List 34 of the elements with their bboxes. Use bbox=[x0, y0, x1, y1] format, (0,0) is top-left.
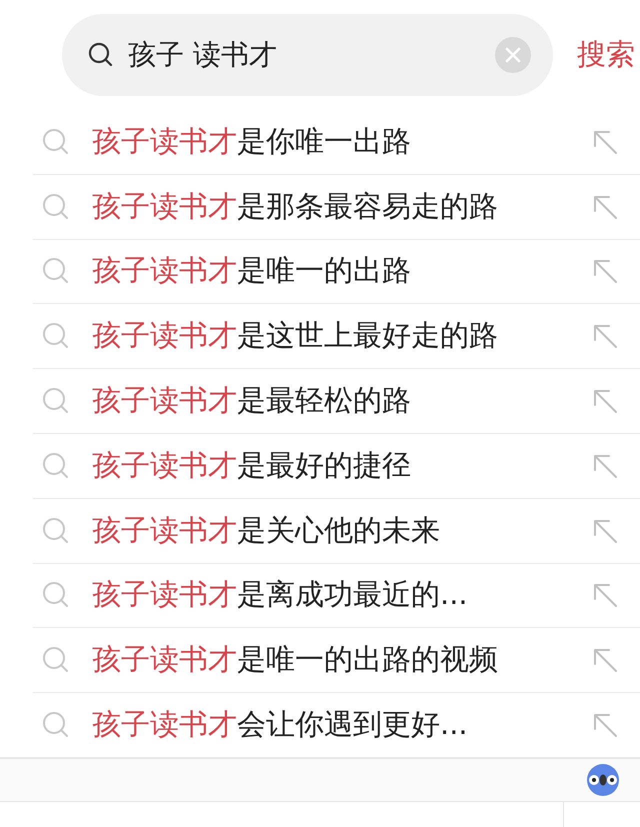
search-icon bbox=[42, 711, 70, 740]
search-icon bbox=[42, 128, 70, 156]
suggestion-item[interactable]: 孩子读书才是你唯一出路 bbox=[92, 122, 592, 162]
suggestion-item[interactable]: 孩子读书才是离成功最近的... bbox=[92, 575, 592, 616]
suggestion-item[interactable]: 孩子读书才是那条最容易走的路 bbox=[92, 186, 592, 227]
suggestion-item[interactable]: 孩子读书才会让你遇到更好... bbox=[92, 705, 592, 746]
arrow-icon[interactable] bbox=[592, 582, 618, 608]
arrow-icon[interactable] bbox=[592, 712, 618, 738]
search-icon bbox=[42, 581, 70, 610]
search-icon bbox=[42, 387, 70, 416]
search-field[interactable]: 孩子 读书才 bbox=[62, 14, 553, 96]
arrow-icon[interactable] bbox=[592, 518, 618, 544]
arrow-icon[interactable] bbox=[592, 128, 618, 155]
search-icon bbox=[42, 452, 70, 480]
suggestion-item[interactable]: 孩子读书才是唯一的出路的视频 bbox=[92, 640, 592, 680]
arrow-icon[interactable] bbox=[592, 323, 618, 350]
search-icon bbox=[42, 192, 70, 221]
arrow-icon[interactable] bbox=[592, 452, 618, 479]
arrow-icon[interactable] bbox=[592, 647, 618, 674]
search-icon bbox=[42, 646, 70, 674]
suggestion-item[interactable]: 孩子读书才是这世上最好走的路 bbox=[92, 316, 592, 356]
search-icon bbox=[42, 516, 70, 545]
arrow-icon[interactable] bbox=[592, 194, 618, 220]
bird-icon[interactable] bbox=[586, 762, 620, 797]
suggestion-item[interactable]: 孩子读书才是唯一的出路 bbox=[92, 251, 592, 292]
search-button[interactable]: 搜索 bbox=[577, 35, 635, 75]
arrow-icon[interactable] bbox=[592, 258, 618, 284]
arrow-icon[interactable] bbox=[592, 388, 618, 414]
clear-icon[interactable] bbox=[495, 37, 531, 73]
search-icon bbox=[42, 257, 70, 286]
suggestion-item[interactable]: 孩子读书才是最好的捷径 bbox=[92, 446, 592, 486]
suggestion-item[interactable]: 孩子读书才是关心他的未来 bbox=[92, 510, 592, 551]
search-icon bbox=[42, 322, 70, 350]
suggestion-item[interactable]: 孩子读书才是最轻松的路 bbox=[92, 381, 592, 422]
